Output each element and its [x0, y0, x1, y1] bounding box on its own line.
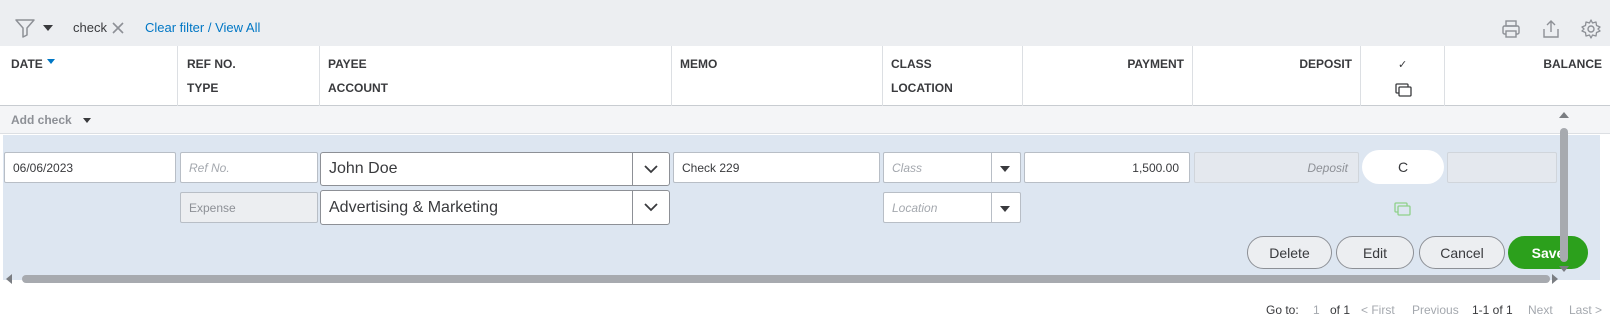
- scroll-right-icon[interactable]: [1552, 274, 1558, 284]
- date-input[interactable]: 06/06/2023: [4, 152, 176, 183]
- col-balance-label: BALANCE: [1543, 57, 1602, 71]
- remove-filter-icon[interactable]: [111, 21, 125, 35]
- col-balance-header: BALANCE: [1445, 46, 1610, 106]
- settings-gear-icon[interactable]: [1580, 18, 1602, 40]
- print-icon[interactable]: [1500, 18, 1522, 40]
- col-memo-label: MEMO: [680, 57, 718, 71]
- edit-button[interactable]: Edit: [1336, 236, 1414, 269]
- first-page-link[interactable]: < First: [1361, 303, 1395, 317]
- horizontal-scroll-thumb[interactable]: [22, 275, 1550, 283]
- account-value: Advertising & Marketing: [329, 198, 498, 216]
- vertical-scroll-thumb[interactable]: [1560, 128, 1568, 262]
- col-payee-header: PAYEE ACCOUNT: [320, 46, 672, 106]
- scroll-up-icon[interactable]: [1559, 112, 1569, 118]
- add-check-button[interactable]: Add check: [11, 113, 72, 127]
- cleared-check-icon: ✓: [1398, 59, 1408, 71]
- register-view: check Clear filter / View All DATE REF N…: [0, 0, 1610, 331]
- col-payment-label: PAYMENT: [1127, 57, 1184, 71]
- col-ref-header: REF NO. TYPE: [178, 46, 320, 106]
- col-location-label: LOCATION: [891, 81, 953, 95]
- attachment-icon[interactable]: [1394, 202, 1412, 217]
- column-header: DATE REF NO. TYPE PAYEE ACCOUNT MEMO CLA…: [0, 46, 1610, 106]
- col-class-label: CLASS: [891, 57, 932, 71]
- col-payee-label: PAYEE: [328, 57, 367, 71]
- cancel-button[interactable]: Cancel: [1419, 236, 1505, 269]
- col-cleared-header: ✓: [1361, 46, 1445, 106]
- class-select[interactable]: Class: [883, 152, 1021, 183]
- add-check-row: Add check: [0, 106, 1610, 134]
- add-check-dropdown-icon[interactable]: [83, 118, 91, 123]
- memo-input[interactable]: Check 229: [673, 152, 880, 183]
- col-type-label: TYPE: [187, 81, 219, 95]
- export-icon[interactable]: [1540, 18, 1562, 40]
- previous-page-link[interactable]: Previous: [1412, 303, 1459, 317]
- location-dropdown-icon: [1000, 206, 1010, 212]
- horizontal-scrollbar[interactable]: [0, 272, 1560, 286]
- col-account-label: ACCOUNT: [328, 81, 388, 95]
- account-combobox[interactable]: Advertising & Marketing: [320, 190, 670, 225]
- payee-combobox[interactable]: John Doe: [320, 152, 670, 186]
- scroll-down-icon[interactable]: [1559, 266, 1569, 272]
- last-page-link[interactable]: Last >: [1569, 303, 1602, 317]
- delete-button[interactable]: Delete: [1247, 236, 1332, 269]
- ref-no-input[interactable]: Ref No.: [180, 152, 318, 183]
- balance-field: [1447, 152, 1557, 183]
- scroll-left-icon[interactable]: [6, 274, 12, 284]
- col-class-header: CLASS LOCATION: [883, 46, 1023, 106]
- attachment-copy-icon: [1395, 83, 1412, 97]
- filter-dropdown-icon[interactable]: [43, 25, 53, 31]
- page-number-input[interactable]: 1: [1313, 303, 1320, 317]
- deposit-input: Deposit: [1194, 152, 1359, 183]
- payee-value: John Doe: [329, 160, 398, 177]
- clear-filter-link[interactable]: Clear filter / View All: [145, 20, 260, 35]
- chevron-down-icon[interactable]: [643, 163, 659, 175]
- col-date-label: DATE: [11, 57, 43, 71]
- col-deposit-label: DEPOSIT: [1299, 57, 1352, 71]
- save-button[interactable]: Save: [1508, 236, 1588, 269]
- filter-funnel-icon[interactable]: [14, 17, 36, 39]
- active-filter-label: check: [73, 20, 107, 35]
- next-page-link[interactable]: Next: [1528, 303, 1553, 317]
- cleared-status-toggle[interactable]: C: [1362, 150, 1444, 184]
- payment-input[interactable]: 1,500.00: [1024, 152, 1190, 183]
- location-select[interactable]: Location: [883, 192, 1021, 223]
- class-placeholder: Class: [892, 160, 923, 175]
- page-count-label: of 1: [1330, 303, 1351, 317]
- filter-bar: check Clear filter / View All: [0, 0, 1610, 46]
- vertical-scrollbar[interactable]: [1558, 106, 1570, 274]
- type-field: Expense: [180, 192, 318, 223]
- col-payment-header: PAYMENT: [1023, 46, 1193, 106]
- col-memo-header: MEMO: [672, 46, 883, 106]
- chevron-down-icon[interactable]: [643, 201, 659, 213]
- col-deposit-header: DEPOSIT: [1193, 46, 1361, 106]
- page-range-label: 1-1 of 1: [1472, 303, 1513, 317]
- col-date-header[interactable]: DATE: [0, 46, 178, 106]
- location-placeholder: Location: [892, 200, 938, 215]
- class-dropdown-icon: [1000, 166, 1010, 172]
- goto-label: Go to:: [1266, 303, 1299, 317]
- sort-desc-icon: [47, 59, 55, 64]
- col-ref-label: REF NO.: [187, 57, 236, 71]
